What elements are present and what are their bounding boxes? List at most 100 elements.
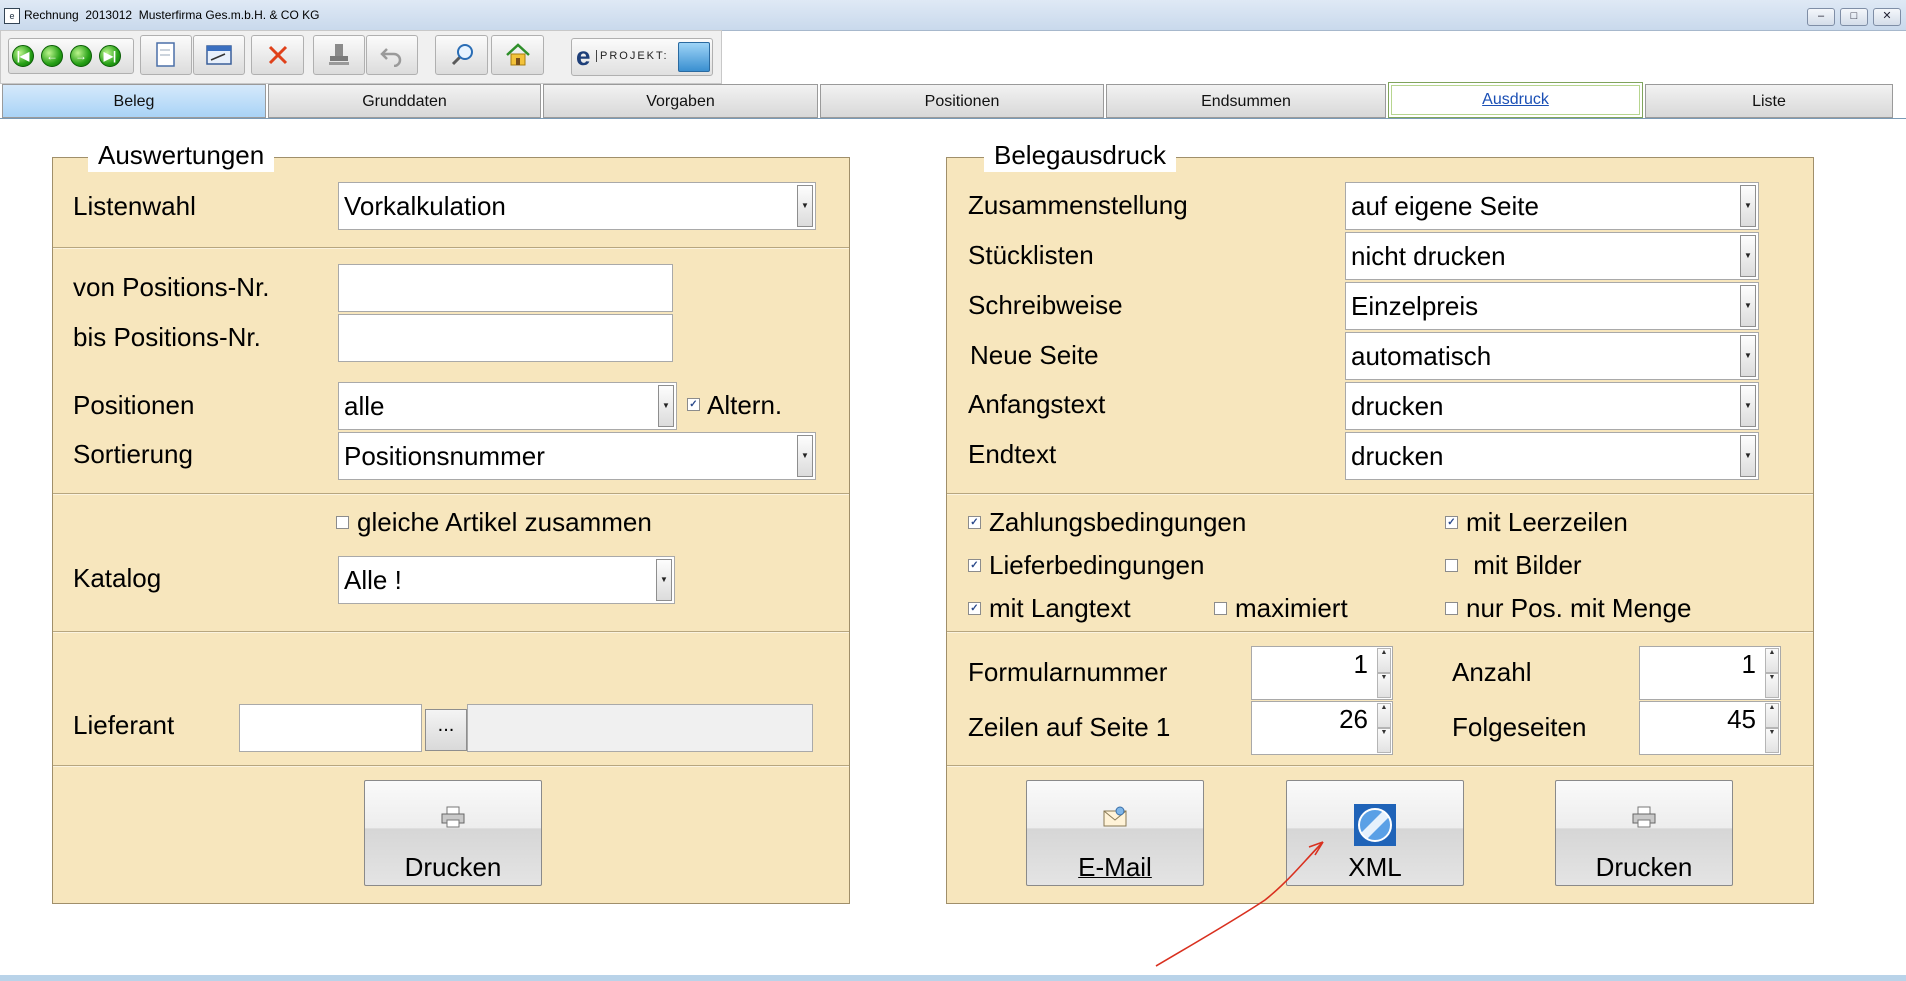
stuecklisten-select[interactable]: nicht drucken ▼ (1345, 232, 1759, 280)
nur-pos-mit-menge-checkbox[interactable] (1445, 602, 1458, 615)
spin-down-icon[interactable]: ▼ (1765, 673, 1779, 698)
mit-langtext-checkbox[interactable]: ✓ (968, 602, 981, 615)
folgeseiten-value: 45 (1727, 704, 1756, 734)
mit-leerzeilen-checkbox[interactable]: ✓ (1445, 516, 1458, 529)
neue-seite-select[interactable]: automatisch ▼ (1345, 332, 1759, 380)
folgeseiten-stepper[interactable]: 45 ▲ ▼ (1639, 701, 1781, 755)
edit-button[interactable] (193, 35, 245, 75)
spin-buttons[interactable]: ▲ ▼ (1765, 703, 1779, 753)
next-record-icon[interactable]: → (70, 45, 92, 67)
red-arrow-annotation (1155, 841, 1324, 967)
chevron-down-icon[interactable]: ▼ (1740, 185, 1756, 227)
gleiche-artikel-label: gleiche Artikel zusammen (357, 507, 652, 537)
chevron-down-icon[interactable]: ▼ (1740, 435, 1756, 477)
home-icon (505, 43, 530, 66)
previous-record-icon[interactable]: ← (41, 45, 63, 67)
tab-endsummen[interactable]: Endsummen (1106, 84, 1386, 118)
stuecklisten-value: nicht drucken (1351, 241, 1506, 271)
mit-leerzeilen-label: mit Leerzeilen (1466, 507, 1628, 537)
last-record-icon[interactable]: ▶| (99, 45, 121, 67)
spin-up-icon[interactable]: ▲ (1765, 648, 1779, 673)
spin-down-icon[interactable]: ▼ (1765, 728, 1779, 753)
printer-icon (441, 806, 465, 828)
edit-form-icon (206, 45, 232, 65)
delete-button[interactable] (251, 35, 304, 75)
tab-grunddaten[interactable]: Grunddaten (268, 84, 541, 118)
first-record-icon[interactable]: |◀ (12, 45, 34, 67)
listenwahl-select[interactable]: Vorkalkulation ▼ (338, 182, 816, 230)
nur-pos-mit-menge-label: nur Pos. mit Menge (1466, 593, 1692, 623)
lieferant-input[interactable] (239, 704, 422, 752)
mit-bilder-label: mit Bilder (1466, 550, 1582, 580)
chevron-down-icon[interactable]: ▼ (797, 435, 813, 477)
lieferbedingungen-checkbox[interactable]: ✓ (968, 559, 981, 572)
bis-positions-input[interactable] (338, 314, 673, 362)
printer-icon (1632, 806, 1656, 828)
anfangstext-value: drucken (1351, 391, 1444, 421)
zusammenstellung-select[interactable]: auf eigene Seite ▼ (1345, 182, 1759, 230)
maximize-button[interactable]: □ (1840, 8, 1868, 26)
von-positions-label: von Positions-Nr. (73, 272, 270, 302)
search-button[interactable] (435, 35, 488, 75)
new-document-button[interactable] (140, 35, 192, 75)
stamp-button[interactable] (313, 35, 365, 75)
separator (53, 631, 849, 633)
chevron-down-icon[interactable]: ▼ (1740, 385, 1756, 427)
schreibweise-select[interactable]: Einzelpreis ▼ (1345, 282, 1759, 330)
chevron-down-icon[interactable]: ▼ (1740, 285, 1756, 327)
chevron-down-icon[interactable]: ▼ (797, 185, 813, 227)
spin-buttons[interactable]: ▲ ▼ (1765, 648, 1779, 698)
maximiert-checkbox[interactable] (1214, 602, 1227, 615)
zahlungsbedingungen-checkbox[interactable]: ✓ (968, 516, 981, 529)
close-window-button[interactable]: ✕ (1873, 8, 1901, 26)
zeilen-stepper[interactable]: 26 ▲ ▼ (1251, 701, 1393, 755)
listenwahl-value: Vorkalkulation (344, 191, 506, 221)
spin-buttons[interactable]: ▲ ▼ (1377, 703, 1391, 753)
lieferant-browse-button[interactable]: ... (425, 709, 467, 751)
altern-checkbox[interactable]: ✓ (687, 398, 700, 411)
spin-down-icon[interactable]: ▼ (1377, 673, 1391, 698)
undo-button[interactable] (366, 35, 418, 75)
app-icon[interactable]: e (4, 8, 20, 24)
chevron-down-icon[interactable]: ▼ (656, 559, 672, 601)
auswertungen-legend: Auswertungen (88, 138, 275, 172)
spin-up-icon[interactable]: ▲ (1377, 648, 1391, 673)
chevron-down-icon[interactable]: ▼ (1740, 235, 1756, 277)
zahlungsbedingungen-label: Zahlungsbedingungen (989, 507, 1247, 537)
zusammenstellung-label: Zusammenstellung (968, 190, 1188, 220)
delete-x-icon (268, 45, 287, 65)
separator (947, 631, 1813, 633)
tab-liste[interactable]: Liste (1645, 84, 1893, 118)
drucken-right-button[interactable]: Drucken (1555, 780, 1733, 886)
drucken-left-button[interactable]: Drucken (364, 780, 542, 886)
tab-beleg[interactable]: Beleg (2, 84, 266, 118)
altern-label: Altern. (707, 390, 783, 420)
formularnummer-stepper[interactable]: 1 ▲ ▼ (1251, 646, 1393, 700)
maximiert-label: maximiert (1235, 593, 1348, 623)
gleiche-artikel-checkbox[interactable] (336, 516, 349, 529)
sortierung-select[interactable]: Positionsnummer ▼ (338, 432, 816, 480)
katalog-select[interactable]: Alle ! ▼ (338, 556, 675, 604)
home-button[interactable] (491, 35, 544, 75)
endtext-select[interactable]: drucken ▼ (1345, 432, 1759, 480)
spin-up-icon[interactable]: ▲ (1377, 703, 1391, 728)
neue-seite-label: Neue Seite (970, 340, 1099, 370)
spin-up-icon[interactable]: ▲ (1765, 703, 1779, 728)
anzahl-stepper[interactable]: 1 ▲ ▼ (1639, 646, 1781, 700)
chevron-down-icon[interactable]: ▼ (658, 385, 674, 427)
spin-buttons[interactable]: ▲ ▼ (1377, 648, 1391, 698)
von-positions-input[interactable] (338, 264, 673, 312)
endtext-label: Endtext (968, 439, 1057, 469)
tab-ausdruck[interactable]: Ausdruck (1388, 82, 1643, 118)
mit-bilder-checkbox[interactable] (1445, 559, 1458, 572)
spin-down-icon[interactable]: ▼ (1377, 728, 1391, 753)
tab-positionen[interactable]: Positionen (820, 84, 1104, 118)
chevron-down-icon[interactable]: ▼ (1740, 335, 1756, 377)
positionen-select[interactable]: alle ▼ (338, 382, 677, 430)
eprojekt-logo[interactable]: e PROJEKT: (571, 38, 713, 76)
anfangstext-select[interactable]: drucken ▼ (1345, 382, 1759, 430)
minimize-button[interactable]: – (1807, 8, 1835, 26)
tab-vorgaben[interactable]: Vorgaben (543, 84, 818, 118)
drucken-right-label: Drucken (1595, 852, 1693, 882)
bis-positions-label: bis Positions-Nr. (73, 322, 261, 352)
